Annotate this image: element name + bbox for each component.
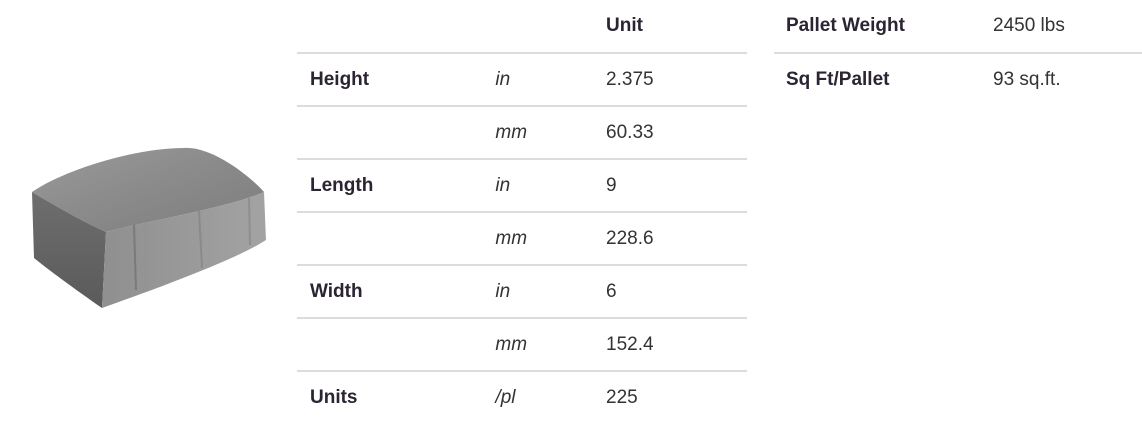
- unit-label: /pl: [495, 386, 516, 408]
- table-row: mm 152.4: [297, 318, 747, 372]
- table-row: Units /pl 225: [297, 371, 747, 423]
- dimension-label: [297, 106, 483, 160]
- dimension-value: 228.6: [593, 212, 747, 266]
- dimension-value: 225: [606, 386, 638, 408]
- unit-label: mm: [482, 318, 594, 372]
- unit-label: in: [482, 53, 594, 107]
- table-row: Sq Ft/Pallet 93 sq.ft.: [774, 53, 1142, 106]
- table-row: Length in 9: [297, 159, 747, 213]
- header-unit-cell: [482, 0, 594, 54]
- sqft-per-pallet-label: Sq Ft/Pallet: [786, 69, 890, 90]
- paver-block-image: [32, 147, 266, 308]
- dimension-value: 2.375: [593, 53, 747, 107]
- table-row: Width in 6: [297, 265, 747, 319]
- dimension-label: Width: [297, 265, 483, 319]
- table-row: mm 60.33: [297, 106, 747, 160]
- dimension-label: Units: [310, 386, 358, 408]
- table-row: mm 228.6: [297, 212, 747, 266]
- dimensions-header-row: Unit: [297, 0, 747, 54]
- dimensions-table: Unit Height in 2.375 mm 60.33 Length in …: [297, 0, 747, 423]
- unit-label: in: [482, 159, 594, 213]
- dimension-label: [297, 212, 483, 266]
- pallet-weight-label: Pallet Weight: [774, 0, 981, 54]
- dimension-label: [297, 318, 483, 372]
- header-value-cell: Unit: [593, 0, 747, 54]
- dimension-label: Length: [297, 159, 483, 213]
- dimension-value: 60.33: [593, 106, 747, 160]
- dimension-value: 152.4: [593, 318, 747, 372]
- unit-label: in: [482, 265, 594, 319]
- dimension-value: 9: [593, 159, 747, 213]
- unit-label: mm: [482, 106, 594, 160]
- dimension-label: Height: [297, 53, 483, 107]
- unit-label: mm: [482, 212, 594, 266]
- header-label-cell: [297, 0, 483, 54]
- pallet-weight-value: 2450 lbs: [981, 0, 1142, 54]
- dimension-value: 6: [593, 265, 747, 319]
- pallet-info-table: Pallet Weight 2450 lbs Sq Ft/Pallet 93 s…: [774, 0, 1142, 106]
- table-row: Height in 2.375: [297, 53, 747, 107]
- table-row: Pallet Weight 2450 lbs: [774, 0, 1142, 54]
- sqft-per-pallet-value: 93 sq.ft.: [993, 69, 1061, 90]
